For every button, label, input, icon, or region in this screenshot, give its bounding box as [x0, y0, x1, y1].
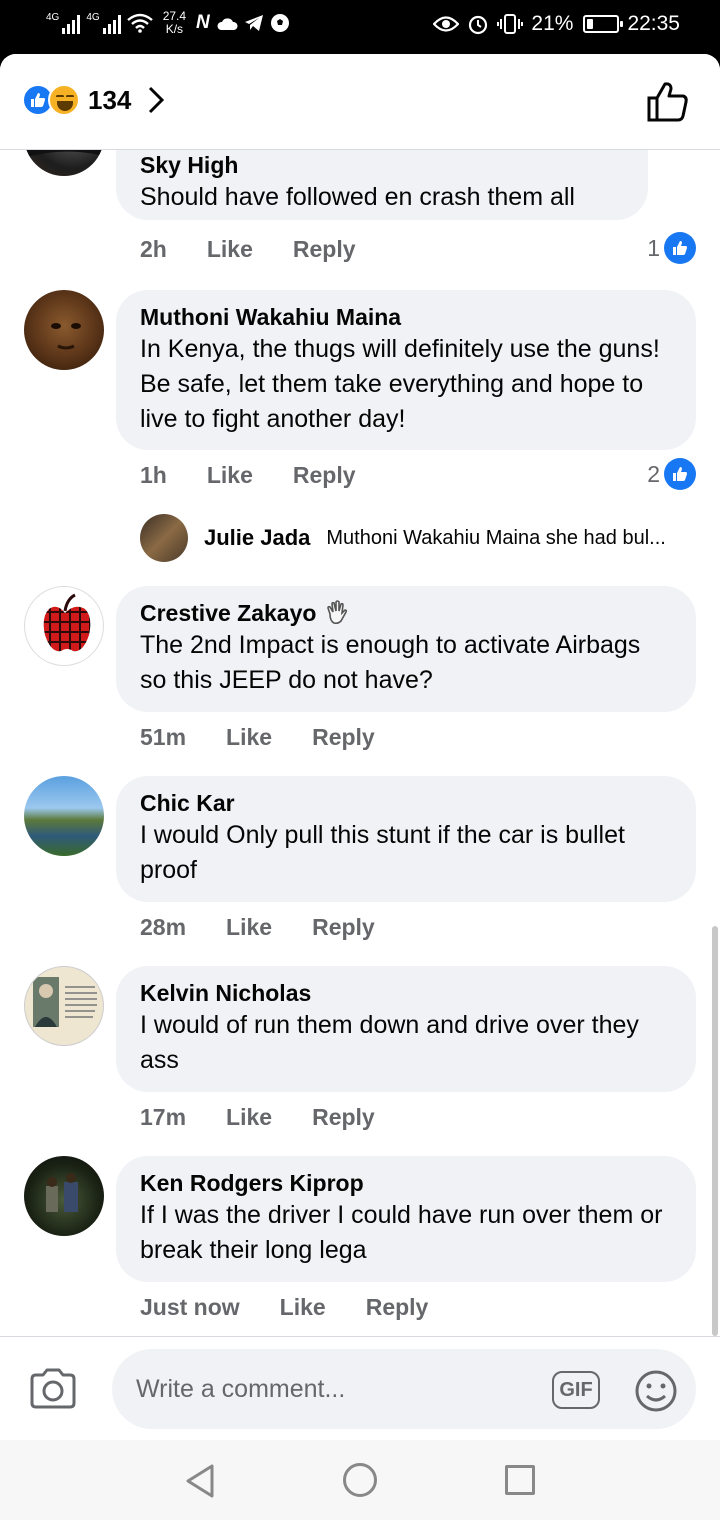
vibrate-icon	[497, 14, 524, 34]
telegram-icon	[244, 15, 263, 31]
comment-time: 28m	[140, 914, 187, 940]
like-count: 1	[647, 234, 660, 261]
comment-actions: 1h Like Reply	[140, 462, 356, 489]
comment-actions: 2h Like Reply	[140, 236, 356, 263]
haha-icon	[48, 84, 80, 116]
battery-percent: 21%	[531, 12, 574, 35]
reply-text: Muthoni Wakahiu Maina she had bul...	[326, 526, 666, 549]
comment-like-count[interactable]: 1	[647, 232, 696, 264]
comment-time: Just now	[140, 1294, 240, 1320]
like-button[interactable]: Like	[226, 724, 272, 751]
battery-icon	[583, 15, 624, 33]
waving-hand-icon	[327, 600, 348, 625]
status-bar: 4G 4G 27.4 K/s N 21% 22:35	[0, 0, 720, 54]
comment-time: 1h	[140, 462, 167, 488]
recent-apps-icon[interactable]	[505, 1465, 535, 1495]
avatar[interactable]	[24, 586, 104, 666]
network-speed: 27.4 K/s	[163, 10, 186, 36]
system-nav-bar	[0, 1440, 720, 1520]
home-icon[interactable]	[343, 1463, 377, 1497]
comment-text: In Kenya, the thugs will definitely use …	[140, 335, 660, 433]
comment-actions: 17m Like Reply	[140, 1104, 375, 1131]
comment-time: 51m	[140, 724, 187, 750]
reply-button[interactable]: Reply	[293, 462, 356, 489]
clock: 22:35	[627, 12, 680, 35]
like-icon	[664, 458, 696, 490]
signal-2-icon: 4G	[86, 12, 121, 34]
comment-time: 2h	[140, 236, 167, 262]
comment-text: The 2nd Impact is enough to activate Air…	[140, 631, 641, 694]
reply-button[interactable]: Reply	[293, 236, 356, 263]
reactions-header: 134	[0, 54, 720, 150]
comment-author[interactable]: Muthoni Wakahiu Maina	[140, 302, 672, 332]
reply-author[interactable]: Julie Jada	[204, 525, 310, 551]
comment-bubble[interactable]: Crestive Zakayo The 2nd Impact is enough…	[116, 586, 696, 712]
status-left: 4G 4G 27.4 K/s N	[46, 10, 290, 36]
status-right: 21% 22:35	[433, 12, 680, 36]
comment-actions: 28m Like Reply	[140, 914, 375, 941]
comment-text: Should have followed en crash them all	[140, 183, 575, 211]
avatar[interactable]	[24, 966, 104, 1046]
comment-author[interactable]: Kelvin Nicholas	[140, 978, 672, 1008]
battery-fill	[587, 19, 594, 29]
reply-button[interactable]: Reply	[312, 724, 375, 751]
like-icon	[664, 232, 696, 264]
comment-like-count[interactable]: 2	[647, 458, 696, 490]
like-button[interactable]: Like	[280, 1294, 326, 1321]
speed-unit: K/s	[165, 22, 184, 36]
camera-button[interactable]	[28, 1367, 78, 1411]
avatar[interactable]	[24, 776, 104, 856]
alarm-icon	[469, 15, 488, 35]
comment-actions: 51m Like Reply	[140, 724, 375, 751]
comment-author-visible[interactable]: Sky High	[140, 150, 624, 180]
comment-time: 17m	[140, 1104, 187, 1130]
reactions-summary[interactable]: 134	[22, 84, 165, 116]
like-button[interactable]: Like	[226, 914, 272, 941]
football-icon	[270, 14, 289, 32]
comments-sheet: 134 Sky High Sky High Should have follow…	[0, 54, 720, 1440]
reaction-count: 134	[88, 84, 132, 115]
reply-avatar[interactable]	[140, 514, 188, 562]
n-notification-icon: N	[196, 12, 210, 33]
comment-actions: Just now Like Reply	[140, 1294, 428, 1321]
comment-author[interactable]: Ken Rodgers Kiprop	[140, 1168, 672, 1198]
emoji-button[interactable]	[634, 1369, 678, 1413]
comment-bubble[interactable]: Muthoni Wakahiu Maina In Kenya, the thug…	[116, 290, 696, 450]
avatar[interactable]	[24, 1156, 104, 1236]
comment-bubble[interactable]: Chic Kar I would Only pull this stunt if…	[116, 776, 696, 902]
wifi-icon	[126, 13, 153, 33]
eye-icon	[433, 16, 460, 32]
scrollbar[interactable]	[712, 926, 718, 1336]
avatar[interactable]	[24, 150, 104, 176]
like-post-button[interactable]	[646, 80, 690, 124]
avatar[interactable]	[24, 290, 104, 370]
reply-button[interactable]: Reply	[312, 914, 375, 941]
comment-composer: GIF	[0, 1336, 720, 1440]
reply-button[interactable]: Reply	[366, 1294, 429, 1321]
comment-bubble[interactable]: Ken Rodgers Kiprop If I was the driver I…	[116, 1156, 696, 1282]
network-type-1: 4G	[46, 12, 60, 23]
comment-text: I would Only pull this stunt if the car …	[140, 821, 625, 884]
like-button[interactable]: Like	[207, 462, 253, 489]
comment-text: If I was the driver I could have run ove…	[140, 1201, 663, 1264]
back-icon[interactable]	[184, 1464, 216, 1498]
comment-input[interactable]	[112, 1349, 696, 1429]
comment-author[interactable]: Crestive Zakayo	[140, 598, 316, 628]
cloud-icon	[217, 18, 238, 30]
comment-bubble[interactable]: Kelvin Nicholas I would of run them down…	[116, 966, 696, 1092]
gif-button[interactable]: GIF	[552, 1371, 600, 1409]
chevron-right-icon	[149, 86, 165, 114]
reply-button[interactable]: Reply	[312, 1104, 375, 1131]
network-type-2: 4G	[86, 12, 100, 23]
comment-author[interactable]: Chic Kar	[140, 788, 672, 818]
like-button[interactable]: Like	[226, 1104, 272, 1131]
comment-text: I would of run them down and drive over …	[140, 1011, 639, 1074]
reply-preview[interactable]: Julie Jada Muthoni Wakahiu Maina she had…	[140, 514, 700, 562]
signal-1-icon: 4G	[46, 12, 81, 34]
comment-author-row: Crestive Zakayo	[140, 598, 672, 628]
comment-list: Sky High Sky High Should have followed e…	[0, 150, 720, 1336]
comment-bubble[interactable]: Sky High Sky High Should have followed e…	[116, 150, 648, 220]
like-count: 2	[647, 460, 660, 487]
like-button[interactable]: Like	[207, 236, 253, 263]
